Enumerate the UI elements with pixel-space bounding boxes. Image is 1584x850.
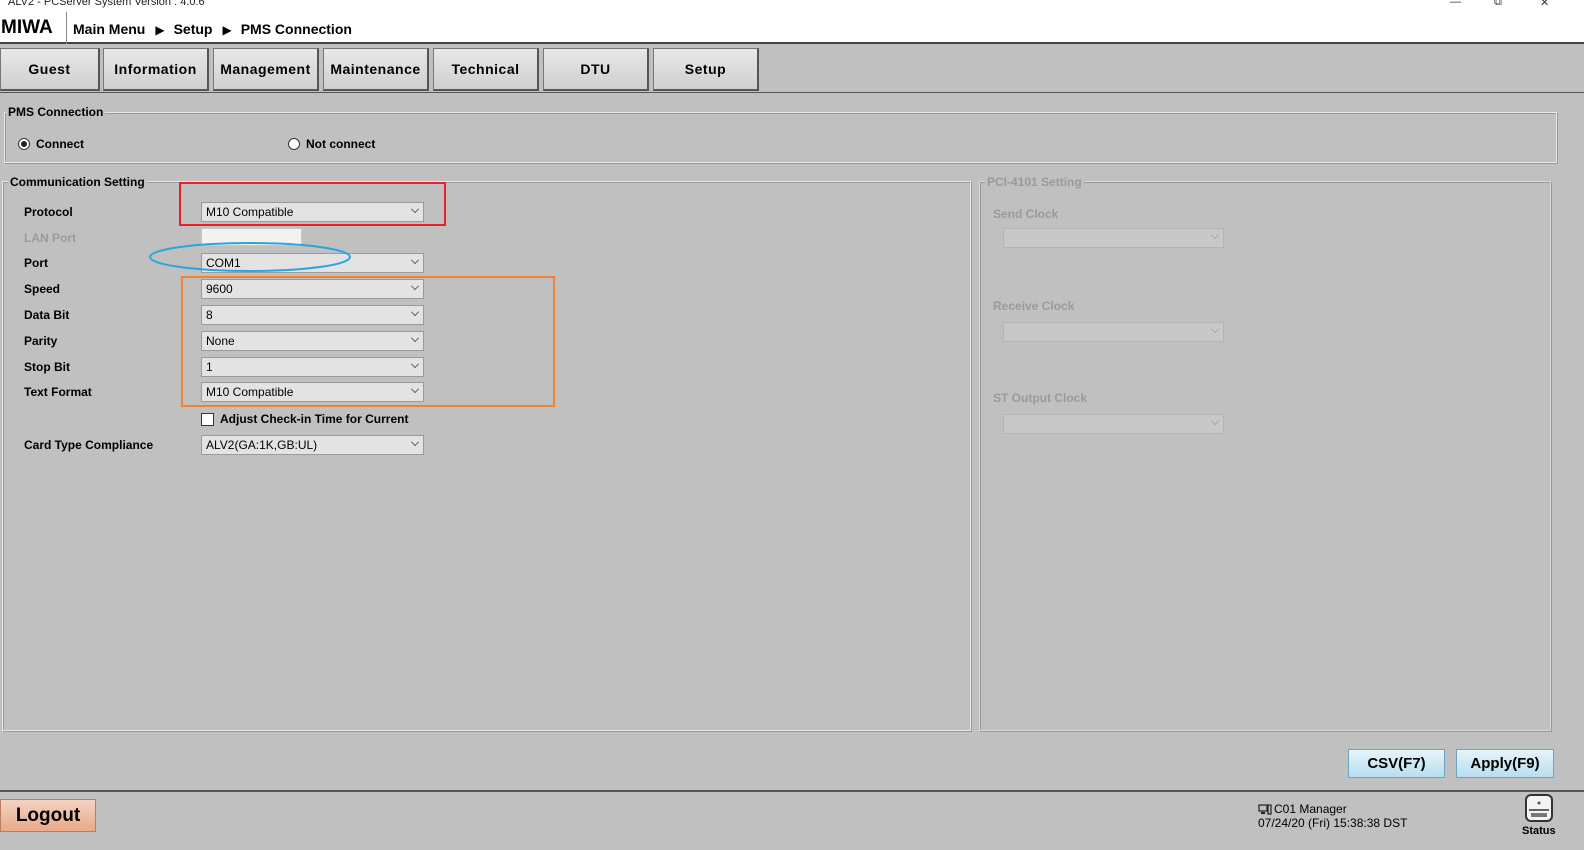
- port-label: Port: [24, 256, 48, 270]
- chevron-down-icon: [411, 385, 419, 393]
- protocol-label: Protocol: [24, 205, 73, 219]
- not-connect-radio[interactable]: Not connect: [288, 137, 375, 151]
- tab-setup[interactable]: Setup: [653, 48, 759, 91]
- data-bit-value: 8: [206, 308, 213, 322]
- pci-setting-title: PCI-4101 Setting: [985, 175, 1084, 189]
- receive-clock-label: Receive Clock: [993, 299, 1075, 313]
- window-title: ALV2 - PCServer System Version : 4.0.6: [8, 0, 205, 8]
- tab-information[interactable]: Information: [103, 48, 209, 91]
- stop-bit-label: Stop Bit: [24, 360, 70, 374]
- main-tab-bar: Guest Information Management Maintenance…: [0, 46, 1584, 93]
- data-bit-select[interactable]: 8: [201, 305, 424, 325]
- breadcrumb: Main Menu ▶ Setup ▶ PMS Connection: [73, 12, 352, 44]
- port-select[interactable]: COM1: [201, 253, 424, 273]
- lan-port-field: [201, 228, 302, 246]
- tab-management[interactable]: Management: [213, 48, 319, 91]
- data-bit-label: Data Bit: [24, 308, 70, 322]
- chevron-down-icon: [411, 256, 419, 264]
- logged-in-user: C01 Manager: [1274, 802, 1347, 816]
- radio-selected-icon: [18, 138, 30, 150]
- app-header: MIWA Main Menu ▶ Setup ▶ PMS Connection: [0, 12, 1584, 44]
- st-output-clock-label: ST Output Clock: [993, 391, 1087, 405]
- chevron-down-icon: [1211, 325, 1219, 333]
- radio-unselected-icon: [288, 138, 300, 150]
- apply-button[interactable]: Apply(F9): [1456, 749, 1554, 778]
- chevron-down-icon: [1211, 417, 1219, 425]
- minimize-icon[interactable]: —: [1450, 0, 1461, 8]
- send-clock-select: [1003, 228, 1224, 248]
- st-output-clock-select: [1003, 414, 1224, 434]
- parity-value: None: [206, 334, 235, 348]
- stop-bit-value: 1: [206, 360, 213, 374]
- parity-label: Parity: [24, 334, 58, 348]
- lan-port-label: LAN Port: [24, 231, 76, 245]
- protocol-select[interactable]: M10 Compatible: [201, 202, 424, 222]
- checkbox-unchecked-icon: [201, 412, 214, 426]
- pms-connection-title: PMS Connection: [6, 105, 106, 119]
- breadcrumb-separator-icon: ▶: [155, 23, 165, 37]
- connect-radio[interactable]: Connect: [18, 137, 84, 151]
- text-format-select[interactable]: M10 Compatible: [201, 382, 424, 402]
- port-value: COM1: [206, 256, 241, 270]
- pms-connection-group: [4, 112, 1557, 163]
- window-title-bar: ALV2 - PCServer System Version : 4.0.6 —…: [0, 0, 1584, 12]
- communication-setting-title: Communication Setting: [8, 175, 147, 189]
- miwa-logo: MIWA: [0, 12, 67, 44]
- status-info: C01 Manager 07/24/20 (Fri) 15:38:38 DST: [1258, 802, 1407, 830]
- protocol-value: M10 Compatible: [206, 205, 294, 219]
- send-clock-label: Send Clock: [993, 207, 1059, 221]
- breadcrumb-main-menu[interactable]: Main Menu: [73, 21, 145, 37]
- speed-value: 9600: [206, 282, 233, 296]
- status-icon[interactable]: [1523, 793, 1555, 826]
- breadcrumb-pms-connection: PMS Connection: [240, 21, 352, 37]
- logout-button[interactable]: Logout: [0, 799, 96, 832]
- speed-select[interactable]: 9600: [201, 279, 424, 299]
- computer-icon: [1258, 803, 1272, 815]
- tab-guest[interactable]: Guest: [0, 48, 100, 91]
- chevron-down-icon: [1211, 231, 1219, 239]
- adjust-checkin-checkbox[interactable]: Adjust Check-in Time for Current: [201, 412, 408, 426]
- card-type-value: ALV2(GA:1K,GB:UL): [206, 438, 318, 452]
- breadcrumb-setup[interactable]: Setup: [174, 21, 213, 37]
- chevron-down-icon: [411, 334, 419, 342]
- status-label[interactable]: Status: [1522, 825, 1556, 837]
- not-connect-label: Not connect: [306, 137, 376, 151]
- stop-bit-select[interactable]: 1: [201, 357, 424, 377]
- connect-label: Connect: [36, 137, 84, 151]
- card-type-select[interactable]: ALV2(GA:1K,GB:UL): [201, 435, 424, 455]
- card-type-label: Card Type Compliance: [24, 438, 154, 452]
- pci-setting-group: [979, 181, 1551, 731]
- status-datetime: 07/24/20 (Fri) 15:38:38 DST: [1258, 816, 1408, 830]
- chevron-down-icon: [411, 360, 419, 368]
- tab-technical[interactable]: Technical: [433, 48, 539, 91]
- text-format-value: M10 Compatible: [206, 385, 294, 399]
- communication-setting-group: [2, 181, 971, 731]
- speed-label: Speed: [24, 282, 61, 296]
- restore-icon[interactable]: ⧉: [1494, 0, 1502, 9]
- tab-dtu[interactable]: DTU: [543, 48, 649, 91]
- chevron-down-icon: [411, 205, 419, 213]
- text-format-label: Text Format: [24, 385, 92, 399]
- receive-clock-select: [1003, 322, 1224, 342]
- parity-select[interactable]: None: [201, 331, 424, 351]
- breadcrumb-separator-icon: ▶: [222, 23, 232, 37]
- tab-maintenance[interactable]: Maintenance: [323, 48, 429, 91]
- footer-divider: [0, 790, 1584, 792]
- chevron-down-icon: [411, 308, 419, 316]
- chevron-down-icon: [411, 438, 419, 446]
- csv-button[interactable]: CSV(F7): [1348, 749, 1445, 778]
- adjust-checkin-label: Adjust Check-in Time for Current: [220, 412, 409, 426]
- chevron-down-icon: [411, 282, 419, 290]
- close-icon[interactable]: ✕: [1540, 0, 1549, 9]
